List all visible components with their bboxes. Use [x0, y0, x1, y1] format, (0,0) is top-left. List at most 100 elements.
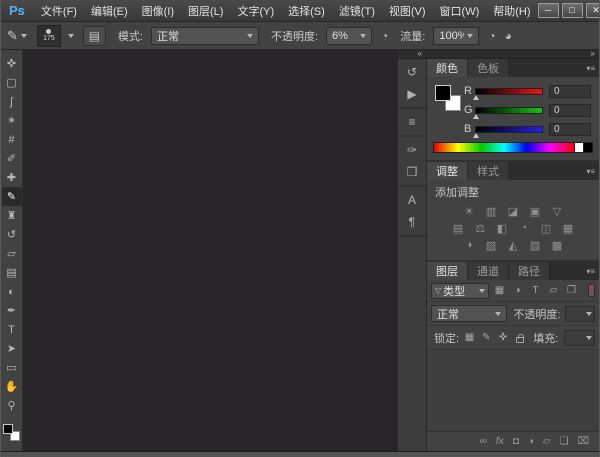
- photo-filter-icon[interactable]: ◔: [517, 221, 532, 235]
- healing-brush-tool[interactable]: ✚: [2, 168, 22, 187]
- character-panel-icon[interactable]: A: [398, 189, 426, 211]
- tab-swatches[interactable]: 色板: [468, 59, 509, 77]
- history-brush-tool[interactable]: ↺: [2, 225, 22, 244]
- tool-preset-picker[interactable]: ✎: [7, 28, 27, 44]
- new-adjustment-layer-icon[interactable]: ◑: [528, 436, 534, 447]
- gradient-map-icon[interactable]: ▧: [528, 238, 543, 252]
- threshold-icon[interactable]: ◭: [506, 238, 521, 252]
- menu-type[interactable]: 文字(Y): [230, 3, 281, 19]
- layer-blend-mode-select[interactable]: 正常: [431, 305, 507, 322]
- filter-adjustment-layers-icon[interactable]: ◑: [510, 283, 525, 298]
- selective-color-icon[interactable]: ▩: [550, 238, 565, 252]
- layer-opacity-input[interactable]: [565, 306, 595, 322]
- posterize-icon[interactable]: ▨: [484, 238, 499, 252]
- tab-channels[interactable]: 通道: [468, 262, 509, 280]
- menu-layer[interactable]: 图层(L): [181, 3, 230, 19]
- exposure-icon[interactable]: ▣: [528, 204, 543, 218]
- opacity-input[interactable]: 6%: [326, 27, 372, 45]
- lasso-tool[interactable]: ʃ: [2, 92, 22, 111]
- actions-panel-icon[interactable]: ▶: [398, 83, 426, 105]
- foreground-background-swatches[interactable]: [3, 424, 20, 441]
- layer-filtering-toggle[interactable]: [588, 284, 595, 297]
- tab-paths[interactable]: 路径: [509, 262, 550, 280]
- brush-preset-picker[interactable]: 175: [37, 25, 61, 47]
- menu-window[interactable]: 窗口(W): [433, 3, 487, 19]
- levels-icon[interactable]: ▥: [484, 204, 499, 218]
- toggle-brush-panel-button[interactable]: ▤: [83, 26, 106, 46]
- properties-panel-icon[interactable]: ≡: [398, 111, 426, 133]
- dodge-tool[interactable]: ◐: [2, 282, 22, 301]
- slider-thumb[interactable]: [473, 95, 479, 100]
- menu-file[interactable]: 文件(F): [34, 3, 84, 19]
- history-panel-icon[interactable]: ↺: [398, 61, 426, 83]
- move-tool[interactable]: ✜: [2, 54, 22, 73]
- color-spectrum-ramp[interactable]: [433, 142, 575, 153]
- layer-effects-icon[interactable]: fx: [496, 436, 504, 447]
- gradient-tool[interactable]: ▤: [2, 263, 22, 282]
- lock-image-pixels-icon[interactable]: ✎: [480, 331, 493, 345]
- foreground-color-swatch[interactable]: [435, 85, 451, 101]
- expand-panels-button[interactable]: «: [398, 50, 426, 59]
- menu-select[interactable]: 选择(S): [281, 3, 332, 19]
- crop-tool[interactable]: #: [2, 130, 22, 149]
- blend-mode-select[interactable]: 正常: [151, 27, 259, 45]
- lock-transparent-pixels-icon[interactable]: ▦: [463, 331, 476, 345]
- panel-menu-icon[interactable]: ▾≡: [582, 162, 599, 180]
- menu-view[interactable]: 视图(V): [382, 3, 433, 19]
- filter-type-layers-icon[interactable]: T: [528, 283, 543, 298]
- panel-menu-icon[interactable]: ▾≡: [582, 59, 599, 77]
- airbrush-toggle-icon[interactable]: ◔: [488, 29, 495, 43]
- tab-adjustments[interactable]: 调整: [427, 162, 468, 180]
- layers-list[interactable]: [427, 350, 599, 431]
- flow-input[interactable]: 100%: [433, 27, 479, 45]
- delete-layer-icon[interactable]: ⌧: [577, 436, 589, 447]
- filter-pixel-layers-icon[interactable]: ▦: [492, 283, 507, 298]
- black-white-icon[interactable]: ◧: [495, 221, 510, 235]
- blue-slider[interactable]: [475, 126, 543, 133]
- menu-edit[interactable]: 编辑(E): [84, 3, 135, 19]
- collapse-panels-button[interactable]: »: [427, 50, 599, 59]
- pressure-opacity-icon[interactable]: ◔: [381, 29, 388, 43]
- path-selection-tool[interactable]: ➤: [2, 339, 22, 358]
- channel-mixer-icon[interactable]: ◫: [539, 221, 554, 235]
- new-layer-icon[interactable]: ❏: [560, 436, 569, 447]
- brightness-contrast-icon[interactable]: ☀: [462, 204, 477, 218]
- add-layer-mask-icon[interactable]: ◘: [513, 436, 519, 447]
- close-button[interactable]: ✕: [586, 3, 600, 18]
- menu-filter[interactable]: 滤镜(T): [332, 3, 382, 19]
- maximize-button[interactable]: □: [562, 3, 583, 18]
- filter-shape-layers-icon[interactable]: ▱: [546, 283, 561, 298]
- brush-preset-chevron-icon[interactable]: [68, 34, 74, 38]
- tab-color[interactable]: 颜色: [427, 59, 468, 77]
- brush-settings-panel-icon[interactable]: ✑: [398, 139, 426, 161]
- eyedropper-tool[interactable]: ✐: [2, 149, 22, 168]
- brush-tool[interactable]: ✎: [2, 187, 22, 206]
- blue-value-input[interactable]: 0: [549, 123, 591, 136]
- type-tool[interactable]: T: [2, 320, 22, 339]
- filter-smart-objects-icon[interactable]: ❐: [564, 283, 579, 298]
- link-layers-icon[interactable]: ∞: [480, 436, 487, 447]
- rectangle-tool[interactable]: ▭: [2, 358, 22, 377]
- eraser-tool[interactable]: ▱: [2, 244, 22, 263]
- color-balance-icon[interactable]: ⚖: [473, 221, 488, 235]
- green-value-input[interactable]: 0: [549, 104, 591, 117]
- red-value-input[interactable]: 0: [549, 85, 591, 98]
- magic-wand-tool[interactable]: ✶: [2, 111, 22, 130]
- pen-tool[interactable]: ✒: [2, 301, 22, 320]
- tab-styles[interactable]: 样式: [468, 162, 509, 180]
- green-slider[interactable]: [475, 107, 543, 114]
- lock-all-icon[interactable]: [513, 331, 526, 345]
- canvas-area[interactable]: [23, 50, 397, 451]
- clone-source-panel-icon[interactable]: ❐: [398, 161, 426, 183]
- pressure-size-icon[interactable]: ◕: [505, 29, 512, 43]
- slider-thumb[interactable]: [473, 133, 479, 138]
- rectangular-marquee-tool[interactable]: ▢: [2, 73, 22, 92]
- invert-icon[interactable]: ◑: [462, 238, 477, 252]
- minimize-button[interactable]: ─: [538, 3, 559, 18]
- foreground-color-swatch[interactable]: [3, 424, 13, 434]
- color-lookup-icon[interactable]: ▦: [561, 221, 576, 235]
- red-slider[interactable]: [475, 88, 543, 95]
- spectrum-black-swatch[interactable]: [584, 142, 593, 153]
- color-panel-swatches[interactable]: [435, 85, 464, 117]
- vibrance-icon[interactable]: ▽: [550, 204, 565, 218]
